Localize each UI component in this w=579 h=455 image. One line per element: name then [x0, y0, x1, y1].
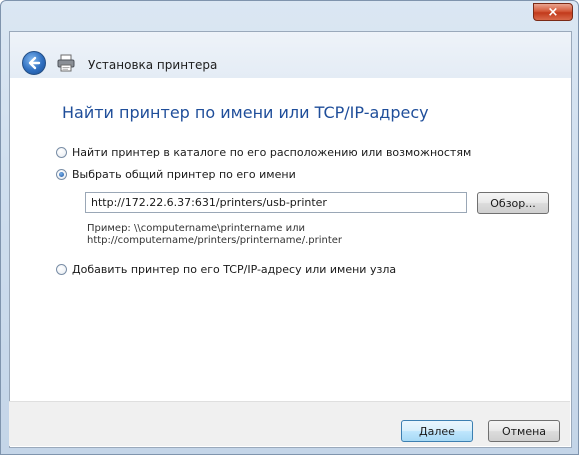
radio-option-shared-by-name[interactable]: Выбрать общий принтер по его имени [56, 168, 296, 181]
page-heading: Найти принтер по имени или TCP/IP-адресу [62, 103, 429, 122]
radio-option-directory[interactable]: Найти принтер в каталоге по его располож… [56, 146, 471, 159]
wizard-title: Установка принтера [88, 58, 218, 72]
close-icon: × [547, 4, 559, 20]
browse-button-label: Обзор... [490, 196, 536, 210]
radio-button[interactable] [56, 264, 67, 275]
cancel-button[interactable]: Отмена [488, 420, 560, 442]
next-button[interactable]: Далее [401, 420, 473, 442]
radio-label: Выбрать общий принтер по его имени [72, 168, 296, 181]
close-button[interactable]: × [533, 3, 573, 21]
example-hint: Пример: \\computername\printername или h… [87, 223, 342, 247]
radio-label: Найти принтер в каталоге по его располож… [72, 146, 472, 159]
example-line-1: Пример: \\computername\printername или [87, 223, 305, 234]
cancel-button-label: Отмена [501, 424, 547, 438]
back-button[interactable] [22, 51, 46, 75]
radio-label: Добавить принтер по его TCP/IP-адресу ил… [72, 263, 397, 276]
printer-icon [57, 54, 75, 72]
browse-button[interactable]: Обзор... [477, 192, 549, 214]
radio-button[interactable] [56, 147, 67, 158]
example-line-2: http://computername/printers/printername… [87, 235, 343, 246]
back-arrow-icon [28, 56, 41, 70]
radio-button-checked[interactable] [56, 169, 67, 180]
next-button-label: Далее [419, 424, 455, 438]
radio-option-tcpip[interactable]: Добавить принтер по его TCP/IP-адресу ил… [56, 263, 396, 276]
wizard-footer [9, 401, 570, 446]
printer-name-input[interactable] [85, 192, 467, 213]
